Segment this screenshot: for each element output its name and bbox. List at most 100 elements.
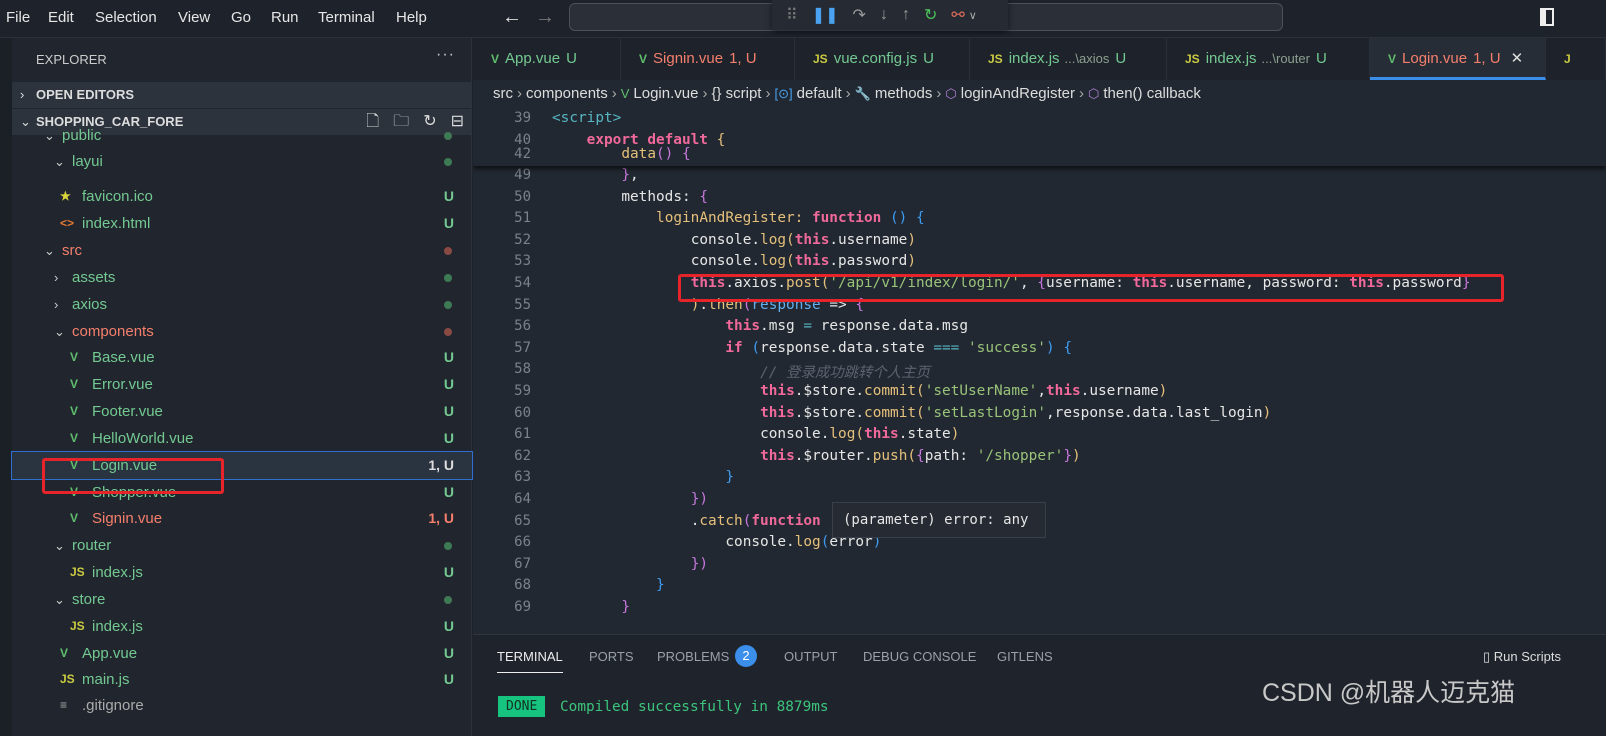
panel-tab-debug-console[interactable]: DEBUG CONSOLE <box>863 649 976 664</box>
tree-item[interactable]: JS main.js U <box>12 666 472 693</box>
breadcrumb-item[interactable]: methods <box>875 85 933 102</box>
menu-file[interactable]: File <box>6 9 30 26</box>
tab-vue-config-js[interactable]: JS vue.config.js U <box>795 38 970 80</box>
tab-status: U <box>1315 50 1327 67</box>
tree-item[interactable]: ⌄ src <box>12 237 472 264</box>
tree-item[interactable]: JS index.js U <box>12 613 472 640</box>
tab-login-vue[interactable]: V Login.vue 1, U ✕ <box>1370 38 1546 80</box>
tab-overflow[interactable]: J <box>1546 38 1606 80</box>
code-token: console. <box>760 426 830 443</box>
tab-app-vue[interactable]: V App.vue U <box>473 38 621 80</box>
code-token: = <box>803 318 821 335</box>
more-actions-icon[interactable]: ··· <box>436 46 455 64</box>
panel-tab-problems[interactable]: PROBLEMS <box>657 649 729 664</box>
problems-count-badge: 2 <box>735 645 757 667</box>
code-editor[interactable]: 39 <script> 40 export default {42 data() { 4… <box>473 108 1606 634</box>
done-badge: DONE <box>498 696 546 717</box>
chevron-down-icon[interactable]: ∨ <box>969 9 977 22</box>
code-token: path: <box>924 447 977 464</box>
chevron-down-icon: ⌄ <box>54 538 65 553</box>
tree-item[interactable]: › assets <box>12 264 472 291</box>
tree-item[interactable]: V Footer.vue U <box>12 398 472 425</box>
js-file-icon: JS <box>813 52 828 66</box>
vue-file-icon: V <box>70 350 79 364</box>
run-scripts-button[interactable]: ▯ Run Scripts <box>1483 649 1561 665</box>
menu-edit[interactable]: Edit <box>48 9 74 26</box>
tab-index-js[interactable]: JS index.js ...\axios U <box>970 38 1167 80</box>
menu-go[interactable]: Go <box>231 9 251 26</box>
panel-tab-ports[interactable]: PORTS <box>589 649 634 664</box>
menu-help[interactable]: Help <box>396 9 427 26</box>
tree-item[interactable]: JS index.js U <box>12 559 472 586</box>
status-badge: U <box>443 376 454 392</box>
back-arrow-icon[interactable]: ← <box>502 6 522 29</box>
open-editors-section[interactable]: › OPEN EDITORS <box>12 82 472 108</box>
line-number: 69 <box>514 599 531 615</box>
tree-item[interactable]: ⌄ store <box>12 586 472 613</box>
close-icon[interactable]: ✕ <box>1511 50 1524 67</box>
line-number: 67 <box>514 555 531 572</box>
breadcrumb-item[interactable]: {} script <box>711 85 761 102</box>
tab-status: 1, U <box>729 50 757 67</box>
status-badge: U <box>443 215 454 231</box>
restart-icon[interactable]: ↻ <box>924 5 937 25</box>
tree-item[interactable]: V App.vue U <box>12 640 472 667</box>
chevron-right-icon: › <box>845 85 851 102</box>
menu-selection[interactable]: Selection <box>95 9 157 26</box>
tree-item[interactable]: V Error.vue U <box>12 371 472 398</box>
step-out-icon[interactable]: ↑ <box>902 6 910 24</box>
code-token: catch <box>699 512 743 529</box>
forward-arrow-icon[interactable]: → <box>535 6 555 29</box>
code-token: } <box>725 469 735 486</box>
tab-index-js[interactable]: JS index.js ...\router U <box>1167 38 1370 80</box>
code-token: 'setUserName' <box>924 383 1038 399</box>
line-number: 68 <box>514 577 531 594</box>
tree-item[interactable]: ⌄ router <box>12 532 472 559</box>
tree-item[interactable]: › axios <box>12 291 472 318</box>
tree-item[interactable]: V HelloWorld.vue U <box>12 425 472 452</box>
tab-signin-vue[interactable]: V Signin.vue 1, U <box>621 38 795 80</box>
tree-item[interactable]: V Base.vue U <box>12 344 472 371</box>
toggle-sidebar-icon[interactable] <box>1540 8 1554 26</box>
line-number: 42 <box>514 146 531 162</box>
menu-view[interactable]: View <box>178 9 210 26</box>
tree-item[interactable]: ⌄ layui <box>12 148 472 175</box>
code-token: <script> <box>552 110 622 126</box>
code-token: .$router. <box>794 447 873 464</box>
code-token: this <box>760 447 795 464</box>
breadcrumb-item[interactable]: loginAndRegister <box>961 85 1075 102</box>
breadcrumb-item[interactable]: src <box>493 85 513 102</box>
tree-item-label: assets <box>72 269 116 286</box>
step-into-icon[interactable]: ↓ <box>880 6 888 24</box>
code-token: .$store. <box>794 404 865 421</box>
method-icon: ⬡ <box>1088 86 1100 101</box>
code-token: 'success' <box>968 339 1046 356</box>
tree-item[interactable]: ⌄ public <box>12 122 472 149</box>
tree-item-label: index.js <box>92 564 143 581</box>
breadcrumb-item[interactable]: default <box>797 85 842 102</box>
menu-run[interactable]: Run <box>271 9 299 26</box>
pause-icon[interactable]: ❚❚ <box>812 5 839 25</box>
code-line: // 登录成功跳转个人主页 <box>760 361 930 382</box>
panel-tab-terminal[interactable]: TERMINAL <box>497 649 563 673</box>
js-file-icon: JS <box>60 672 75 686</box>
code-token: this <box>725 318 761 335</box>
tree-item[interactable]: <> index.html U <box>12 210 472 237</box>
step-over-icon[interactable]: ↷ <box>853 5 866 25</box>
breadcrumb-item[interactable]: Login.vue <box>633 85 698 102</box>
line-number: 50 <box>514 188 531 205</box>
breadcrumb-item[interactable]: then() callback <box>1103 85 1201 102</box>
chevron-right-icon: › <box>1079 85 1084 102</box>
disconnect-icon[interactable]: ⚯ <box>951 5 964 25</box>
grip-icon[interactable]: ⠿ <box>786 5 798 25</box>
breadcrumb-item[interactable]: components <box>526 85 608 102</box>
tree-item[interactable]: ★ favicon.ico U <box>12 183 472 210</box>
code-line: loginAndRegister: function () { <box>656 210 925 226</box>
menu-terminal[interactable]: Terminal <box>318 9 375 26</box>
tree-item[interactable]: ≡ .gitignore <box>12 692 472 719</box>
panel-tab-output[interactable]: OUTPUT <box>784 649 837 664</box>
tree-item[interactable]: V Signin.vue 1, U <box>12 505 472 532</box>
tree-item-label: axios <box>72 296 108 313</box>
panel-tab-gitlens[interactable]: GITLENS <box>997 649 1053 664</box>
tree-item[interactable]: ⌄ components <box>12 318 472 345</box>
